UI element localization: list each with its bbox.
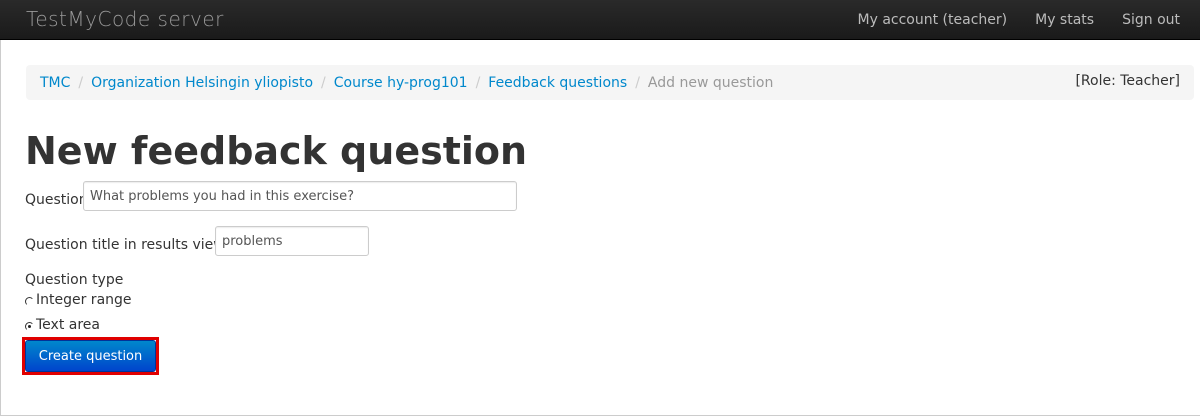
question-label: Question bbox=[25, 192, 88, 208]
nav-my-stats[interactable]: My stats bbox=[1021, 12, 1108, 28]
breadcrumb-separator: / bbox=[475, 74, 481, 91]
question-title-label: Question title in results views bbox=[25, 237, 232, 253]
breadcrumb-separator: / bbox=[321, 74, 326, 91]
integer-range-label: Integer range bbox=[36, 292, 132, 308]
breadcrumb-current: Add new question bbox=[647, 74, 774, 91]
breadcrumb-separator: / bbox=[635, 74, 640, 91]
breadcrumb-feedback-questions[interactable]: Feedback questions bbox=[488, 75, 627, 91]
nav-sign-out[interactable]: Sign out bbox=[1108, 12, 1200, 28]
question-type-label: Question type bbox=[25, 272, 124, 288]
create-question-button[interactable]: Create question bbox=[25, 340, 156, 372]
breadcrumb-tmc[interactable]: TMC bbox=[40, 75, 70, 91]
text-area-radio[interactable] bbox=[25, 322, 34, 331]
role-indicator: [Role: Teacher] bbox=[1075, 73, 1180, 89]
breadcrumb-course[interactable]: Course hy-prog101 bbox=[334, 75, 468, 91]
brand-logo[interactable]: TestMyCode server bbox=[26, 7, 224, 31]
breadcrumb-separator: / bbox=[78, 74, 84, 91]
nav-my-account[interactable]: My account (teacher) bbox=[844, 12, 1022, 28]
text-area-label: Text area bbox=[36, 317, 100, 333]
breadcrumb: TMC / Organization Helsingin yliopisto /… bbox=[26, 65, 1194, 100]
page-title: New feedback question bbox=[25, 129, 528, 173]
question-input[interactable] bbox=[83, 181, 517, 211]
integer-range-radio[interactable] bbox=[25, 297, 34, 306]
nav-links: My account (teacher) My stats Sign out bbox=[844, 0, 1200, 40]
breadcrumb-organization[interactable]: Organization Helsingin yliopisto bbox=[91, 75, 313, 91]
question-title-input[interactable] bbox=[215, 226, 369, 256]
top-navbar: TestMyCode server My account (teacher) M… bbox=[0, 0, 1200, 40]
